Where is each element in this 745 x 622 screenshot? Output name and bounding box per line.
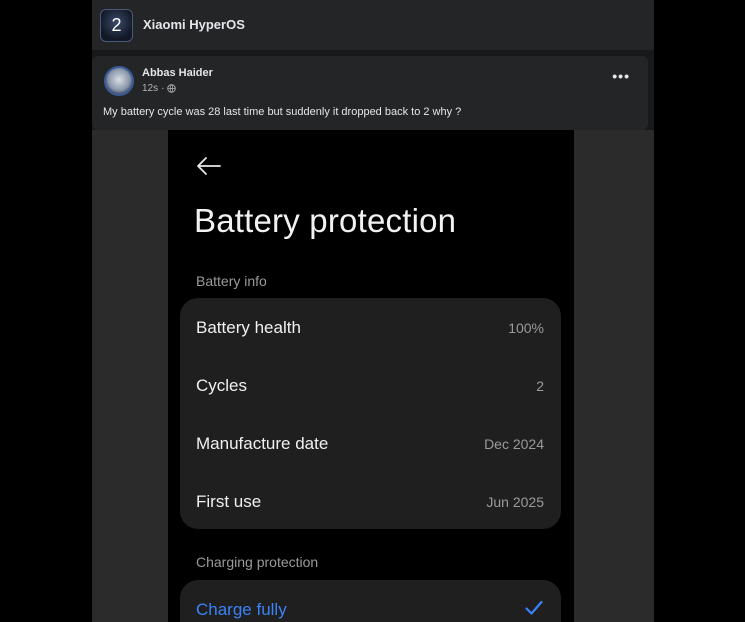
charge-fully-label: Charge fully: [196, 600, 287, 619]
post-meta: 12s ·: [142, 83, 177, 94]
row-value: 100%: [508, 320, 544, 336]
check-icon: [525, 600, 543, 615]
row-label: Manufacture date: [196, 434, 329, 453]
post-card: Abbas Haider 12s · ••• My battery cycle …: [92, 56, 648, 130]
row-value: 2: [536, 378, 544, 394]
post-time[interactable]: 12s: [142, 83, 158, 94]
row-first-use[interactable]: First use Jun 2025: [180, 472, 561, 530]
charge-fully-option[interactable]: Charge fully: [180, 580, 561, 622]
facebook-feed: 2 Xiaomi HyperOS Abbas Haider 12s · ••• …: [92, 0, 654, 622]
battery-info-card: Battery health 100% Cycles 2 Manufacture…: [180, 298, 561, 529]
row-cycles[interactable]: Cycles 2: [180, 356, 561, 414]
arrow-left-icon[interactable]: [196, 156, 222, 176]
globe-icon: [167, 84, 177, 93]
screenshot-battery-protection: Battery protection Battery info Battery …: [168, 130, 574, 622]
group-header[interactable]: 2 Xiaomi HyperOS: [92, 0, 654, 50]
battery-info-label: Battery info: [196, 273, 267, 289]
post-media[interactable]: Battery protection Battery info Battery …: [92, 130, 654, 622]
author-name[interactable]: Abbas Haider: [142, 67, 213, 79]
group-avatar-text: 2: [111, 15, 122, 35]
charging-protection-label: Charging protection: [196, 554, 319, 570]
post-text: My battery cycle was 28 last time but su…: [103, 106, 462, 118]
group-avatar[interactable]: 2: [100, 9, 133, 42]
row-label: First use: [196, 492, 262, 511]
more-options-button[interactable]: •••: [612, 68, 630, 84]
row-manufacture-date[interactable]: Manufacture date Dec 2024: [180, 414, 561, 472]
meta-separator: ·: [161, 83, 165, 94]
row-label: Battery health: [196, 318, 301, 337]
author-avatar[interactable]: [104, 66, 134, 96]
group-name[interactable]: Xiaomi HyperOS: [143, 17, 245, 32]
row-value: Jun 2025: [486, 494, 544, 510]
row-label: Cycles: [196, 376, 248, 395]
screen-title: Battery protection: [194, 202, 457, 239]
row-battery-health[interactable]: Battery health 100%: [180, 298, 561, 356]
row-value: Dec 2024: [484, 436, 544, 452]
